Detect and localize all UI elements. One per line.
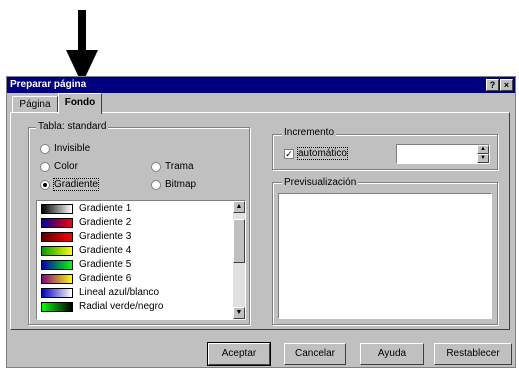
list-item[interactable]: Radial verde/negro (37, 301, 223, 313)
close-icon[interactable]: × (500, 79, 513, 91)
table-label: Tabla: standard (36, 121, 109, 132)
radio-gradiente-label: Gradiente (53, 178, 99, 191)
list-item-label: Gradiente 4 (79, 245, 132, 256)
help-button[interactable]: Ayuda (360, 343, 424, 365)
radio-bitmap-label: Bitmap (165, 179, 197, 190)
increment-label: Incremento (282, 127, 337, 138)
radio-color-label: Color (54, 161, 78, 172)
gradient-listbox[interactable]: Gradiente 1 Gradiente 2 Gradiente 3 Gradien… (36, 200, 246, 320)
radio-color[interactable] (40, 162, 50, 172)
list-item-label: Lineal azul/blanco (79, 287, 160, 298)
annotation-arrow-shaft (78, 10, 86, 50)
radio-trama[interactable] (151, 162, 161, 172)
list-item[interactable]: Gradiente 5 (37, 259, 223, 271)
list-item-label: Gradiente 6 (79, 273, 132, 284)
stepper-up-icon[interactable]: ▲ (477, 145, 489, 154)
reset-button[interactable]: Restablecer (434, 343, 512, 365)
list-item-label: Radial verde/negro (79, 301, 164, 312)
preview-area (278, 193, 492, 319)
gradient-swatch (41, 204, 73, 214)
stepper-down-icon[interactable]: ▼ (477, 154, 489, 163)
auto-checkbox-label: automático (297, 147, 348, 160)
list-item[interactable]: Gradiente 6 (37, 273, 223, 285)
cancel-button[interactable]: Cancelar (284, 343, 346, 365)
list-item-label: Gradiente 5 (79, 259, 132, 270)
gradient-swatch (41, 218, 73, 228)
list-item-label: Gradiente 2 (79, 217, 132, 228)
radio-invisible[interactable] (40, 144, 50, 154)
list-item[interactable]: Gradiente 1 (37, 203, 223, 215)
gradient-swatch (41, 232, 73, 242)
tab-fondo[interactable]: Fondo (58, 93, 102, 114)
list-item[interactable]: Gradiente 2 (37, 217, 223, 229)
radio-invisible-label: Invisible (54, 143, 91, 154)
auto-checkbox[interactable]: ✓ (284, 149, 294, 159)
gradient-swatch (41, 246, 73, 256)
list-item[interactable]: Gradiente 4 (37, 245, 223, 257)
scroll-thumb[interactable] (233, 219, 245, 263)
scroll-down-icon[interactable]: ▼ (233, 307, 245, 319)
ok-button[interactable]: Aceptar (207, 342, 271, 366)
gradient-swatch (41, 302, 73, 312)
gradient-swatch (41, 274, 73, 284)
tab-pagina[interactable]: Página (12, 96, 58, 113)
list-item-label: Gradiente 3 (79, 231, 132, 242)
gradient-swatch (41, 288, 73, 298)
list-item[interactable]: Lineal azul/blanco (37, 287, 223, 299)
dialog-title: Preparar página (10, 79, 87, 90)
radio-trama-label: Trama (165, 161, 194, 172)
gradient-swatch (41, 260, 73, 270)
radio-bitmap[interactable] (151, 180, 161, 190)
preview-label: Previsualización (282, 177, 359, 188)
list-item-label: Gradiente 1 (79, 203, 132, 214)
help-title-button[interactable]: ? (486, 79, 499, 91)
scroll-up-icon[interactable]: ▲ (233, 201, 245, 213)
increment-stepper[interactable]: ▲ ▼ (396, 144, 490, 164)
radio-gradiente[interactable] (40, 180, 50, 190)
list-item[interactable]: Gradiente 3 (37, 231, 223, 243)
